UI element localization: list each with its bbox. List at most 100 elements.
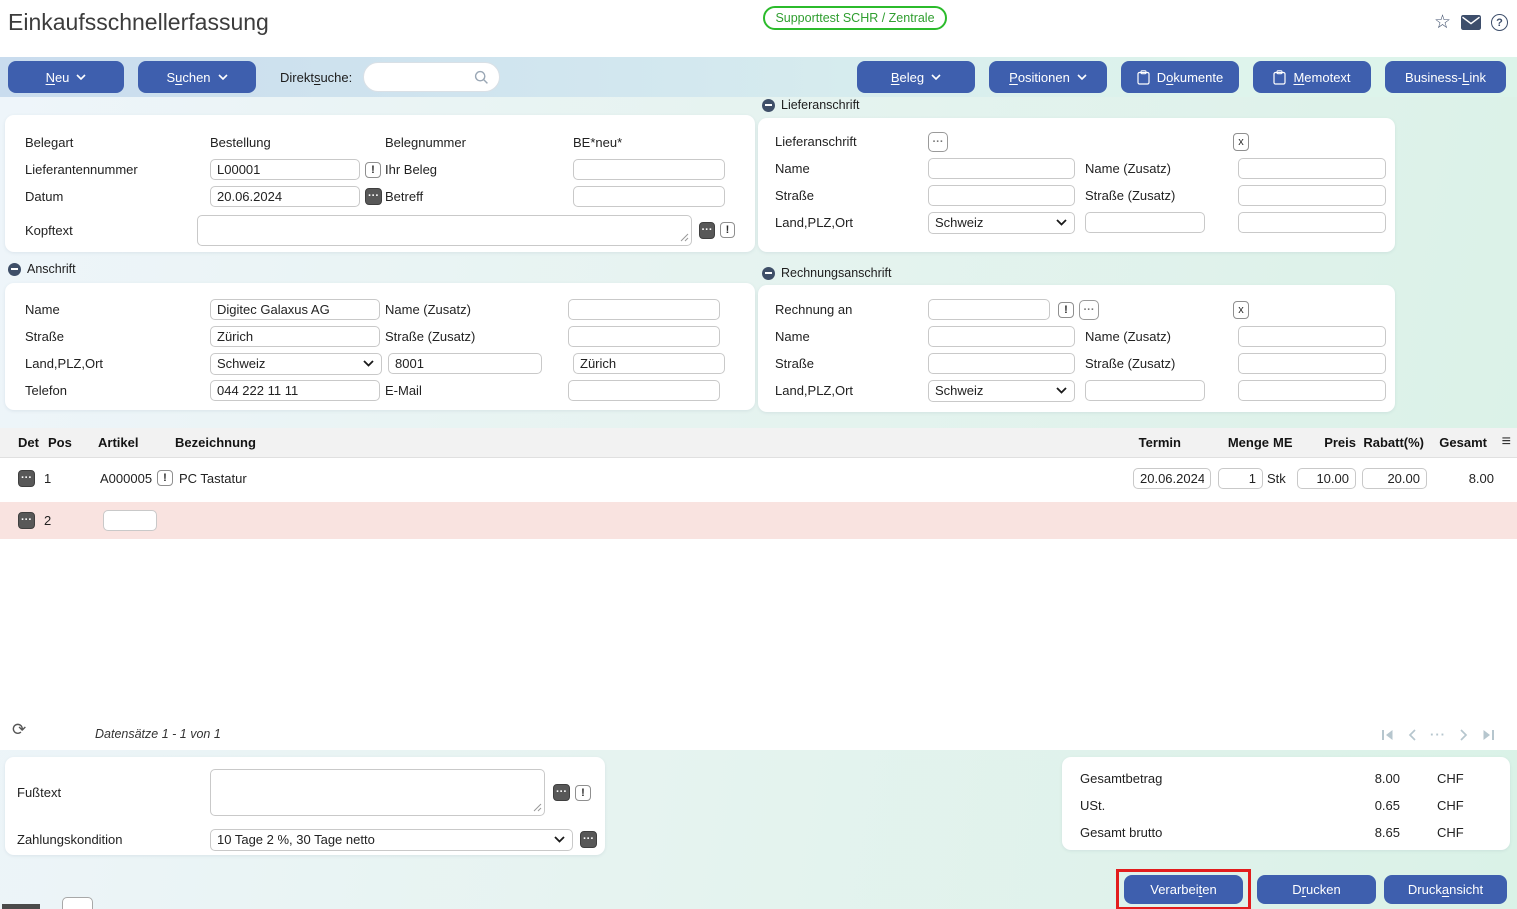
dokumente-button[interactable]: Dokumente: [1121, 61, 1239, 93]
name-input[interactable]: [210, 299, 380, 320]
table-menu-icon[interactable]: ≡: [1502, 433, 1511, 451]
drucken-button[interactable]: Drucken: [1257, 875, 1376, 904]
warning-icon-button[interactable]: !: [365, 161, 381, 178]
positionen-button[interactable]: Positionen: [989, 61, 1107, 93]
lieferantennummer-input[interactable]: [210, 159, 360, 180]
liefer-ort-input[interactable]: [1238, 212, 1386, 233]
total-row: Gesamt brutto 8.65 CHF: [1080, 819, 1492, 846]
ellipsis-icon-button[interactable]: ···: [365, 188, 382, 205]
liefer-land-select[interactable]: Schweiz: [928, 211, 1075, 234]
email-input[interactable]: [568, 380, 720, 401]
belegart-value: Bestellung: [210, 135, 271, 150]
liefer-name-input[interactable]: [928, 158, 1075, 179]
name-label: Name: [775, 161, 810, 176]
preis-input[interactable]: [1297, 468, 1356, 489]
mail-icon[interactable]: [1461, 15, 1481, 30]
liefer-strasse-input[interactable]: [928, 185, 1075, 206]
title-bar: Einkaufsschnellerfassung Supporttest SCH…: [0, 0, 1517, 57]
belegnummer-label: Belegnummer: [385, 135, 466, 150]
rechnung-land-select[interactable]: Schweiz: [928, 379, 1075, 402]
row-detail-ellipsis-button[interactable]: ···: [18, 470, 35, 487]
refresh-icon[interactable]: ⟳: [12, 722, 26, 739]
next-page-icon[interactable]: [1460, 728, 1468, 741]
suchen-button[interactable]: Suchen: [138, 61, 256, 93]
warning-icon-button[interactable]: !: [719, 222, 735, 238]
collapse-icon[interactable]: [8, 262, 21, 276]
first-page-icon[interactable]: [1381, 729, 1394, 741]
land-select[interactable]: Schweiz: [210, 352, 382, 375]
clear-button[interactable]: x: [1233, 300, 1249, 319]
anschrift-section-header: Anschrift: [8, 262, 76, 276]
collapse-icon[interactable]: [762, 266, 775, 280]
betreff-input[interactable]: [573, 186, 725, 207]
rechnung-strasse-input[interactable]: [928, 353, 1075, 374]
business-link-button[interactable]: Business-Link: [1385, 61, 1506, 93]
plz-input[interactable]: [388, 353, 542, 374]
strasse-label: Straße: [25, 329, 65, 344]
rabatt-input[interactable]: [1362, 468, 1427, 489]
kopftext-textarea[interactable]: [197, 214, 693, 246]
totals-panel: Gesamtbetrag 8.00 CHF USt. 0.65 CHF Gesa…: [1062, 757, 1510, 850]
page-ellipsis-icon[interactable]: ···: [1430, 727, 1446, 742]
row-detail-ellipsis-button[interactable]: ···: [18, 512, 35, 529]
direktsuche-search-box[interactable]: [363, 62, 501, 92]
me-value: Stk: [1267, 471, 1286, 486]
rechnung-strasse-zusatz-input[interactable]: [1238, 353, 1386, 374]
ellipsis-icon-button[interactable]: ···: [553, 784, 570, 801]
col-artikel: Artikel: [98, 435, 139, 450]
chevron-down-icon: [931, 74, 941, 80]
fusstext-textarea[interactable]: [210, 769, 545, 816]
clear-button[interactable]: x: [1233, 132, 1249, 151]
verarbeiten-button[interactable]: Verarbeiten: [1124, 875, 1243, 904]
rechnung-ort-input[interactable]: [1238, 380, 1386, 401]
clipped-bottom-widget[interactable]: [62, 897, 93, 909]
liefer-strasse-zusatz-input[interactable]: [1238, 185, 1386, 206]
rechnung-name-zusatz-input[interactable]: [1238, 326, 1386, 347]
ellipsis-icon-button[interactable]: ···: [580, 831, 597, 848]
gesamt-brutto-label: Gesamt brutto: [1080, 825, 1163, 840]
name-zusatz-input[interactable]: [568, 299, 720, 320]
datum-input[interactable]: [210, 186, 360, 207]
clipped-label-fragment: [2, 904, 40, 909]
total-row: Gesamtbetrag 8.00 CHF: [1080, 765, 1492, 792]
memotext-button[interactable]: Memotext: [1253, 61, 1371, 93]
col-det: Det: [18, 435, 39, 450]
chevron-down-icon: [363, 360, 374, 367]
warning-icon-button[interactable]: !: [1058, 301, 1074, 318]
ihr-beleg-input[interactable]: [573, 159, 725, 180]
previous-page-icon[interactable]: [1408, 728, 1416, 741]
lookup-ellipsis-button[interactable]: ···: [928, 131, 948, 152]
rechnung-plz-input[interactable]: [1085, 380, 1205, 401]
liefer-plz-input[interactable]: [1085, 212, 1205, 233]
currency-label: CHF: [1437, 798, 1464, 813]
rechnung-an-input[interactable]: [928, 299, 1050, 320]
neu-button[interactable]: Neu: [8, 61, 124, 93]
ort-input[interactable]: [573, 353, 725, 374]
warning-icon-button[interactable]: !: [575, 784, 591, 801]
land-plz-ort-label: Land,PLZ,Ort: [25, 356, 104, 371]
strasse-input[interactable]: [210, 326, 380, 347]
direktsuche-input[interactable]: [374, 69, 475, 85]
favorite-star-icon[interactable]: ☆: [1434, 13, 1451, 32]
rechnung-name-input[interactable]: [928, 326, 1075, 347]
artikel-input[interactable]: [103, 510, 157, 531]
gesamt-brutto-value: 8.65: [1374, 825, 1400, 840]
beleg-button[interactable]: Beleg: [857, 61, 975, 93]
chevron-down-icon: [217, 74, 228, 80]
druckansicht-button[interactable]: Druckansicht: [1384, 875, 1507, 904]
help-icon[interactable]: ?: [1491, 14, 1508, 31]
termin-input[interactable]: [1133, 468, 1211, 489]
lookup-ellipsis-button[interactable]: ···: [1079, 299, 1099, 320]
collapse-icon[interactable]: [762, 98, 775, 112]
last-page-icon[interactable]: [1482, 729, 1495, 741]
menge-input[interactable]: [1218, 468, 1263, 489]
liefer-name-zusatz-input[interactable]: [1238, 158, 1386, 179]
anschrift-section-title: Anschrift: [27, 262, 76, 276]
telefon-input[interactable]: [210, 380, 380, 401]
ellipsis-icon-button[interactable]: ···: [699, 221, 715, 239]
warning-icon-button[interactable]: !: [157, 470, 173, 486]
zahlungskondition-select[interactable]: 10 Tage 2 %, 30 Tage netto: [210, 828, 573, 851]
strasse-zusatz-input[interactable]: [568, 326, 720, 347]
pos-value: 1: [44, 471, 52, 486]
ust-label: USt.: [1080, 798, 1106, 813]
